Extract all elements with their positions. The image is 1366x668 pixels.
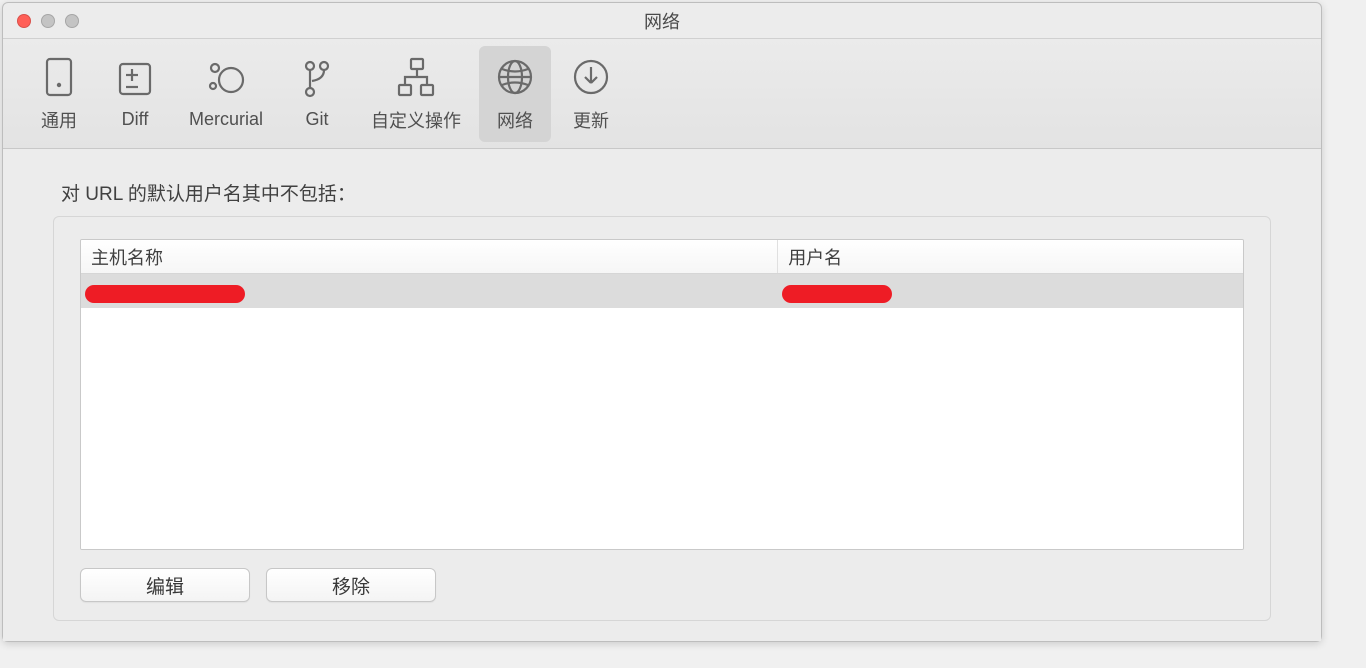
cell-host: [redacted]: [81, 277, 778, 305]
tab-label: Diff: [122, 109, 149, 130]
git-icon: [295, 57, 339, 101]
credentials-table[interactable]: 主机名称 用户名 [redacted] [redacted]: [80, 239, 1244, 550]
general-icon: [37, 55, 81, 99]
table-body: [redacted] [redacted]: [81, 274, 1243, 549]
redaction-mark: [85, 285, 245, 303]
maximize-window-icon[interactable]: [65, 14, 79, 28]
tab-label: Git: [306, 109, 329, 130]
tab-network[interactable]: 网络: [479, 46, 551, 142]
table-row[interactable]: [redacted] [redacted]: [81, 274, 1243, 308]
remove-button[interactable]: 移除: [266, 568, 436, 602]
table-header: 主机名称 用户名: [81, 240, 1243, 274]
cell-user: [redacted]: [778, 277, 1243, 305]
tab-custom-actions[interactable]: 自定义操作: [357, 46, 475, 142]
credentials-panel: 主机名称 用户名 [redacted] [redacted]: [53, 216, 1271, 621]
edit-button[interactable]: 编辑: [80, 568, 250, 602]
update-icon: [569, 55, 613, 99]
section-label: 对 URL 的默认用户名其中不包括：: [61, 179, 1271, 206]
tab-git[interactable]: Git: [281, 46, 353, 142]
tab-label: 通用: [41, 107, 77, 133]
mercurial-icon: [204, 57, 248, 101]
tab-general[interactable]: 通用: [23, 46, 95, 142]
preferences-toolbar: 通用 Diff Mercurial: [3, 39, 1321, 149]
tab-label: 更新: [573, 107, 609, 133]
tab-label: 自定义操作: [371, 107, 461, 133]
window-title: 网络: [3, 8, 1321, 34]
tab-label: 网络: [497, 107, 533, 133]
column-header-host[interactable]: 主机名称: [81, 240, 778, 273]
redaction-mark: [782, 285, 892, 303]
button-row: 编辑 移除: [80, 568, 1244, 602]
close-window-icon[interactable]: [17, 14, 31, 28]
minimize-window-icon[interactable]: [41, 14, 55, 28]
network-icon: [493, 55, 537, 99]
tab-label: Mercurial: [189, 109, 263, 130]
preferences-window: 网络 通用 Diff: [2, 2, 1322, 642]
tab-update[interactable]: 更新: [555, 46, 627, 142]
content-pane: 对 URL 的默认用户名其中不包括： 主机名称 用户名 [redacted] […: [3, 149, 1321, 641]
custom-icon: [394, 55, 438, 99]
tab-diff[interactable]: Diff: [99, 46, 171, 142]
diff-icon: [113, 57, 157, 101]
window-controls: [3, 14, 79, 28]
tab-mercurial[interactable]: Mercurial: [175, 46, 277, 142]
column-header-user[interactable]: 用户名: [778, 240, 1243, 273]
titlebar: 网络: [3, 3, 1321, 39]
